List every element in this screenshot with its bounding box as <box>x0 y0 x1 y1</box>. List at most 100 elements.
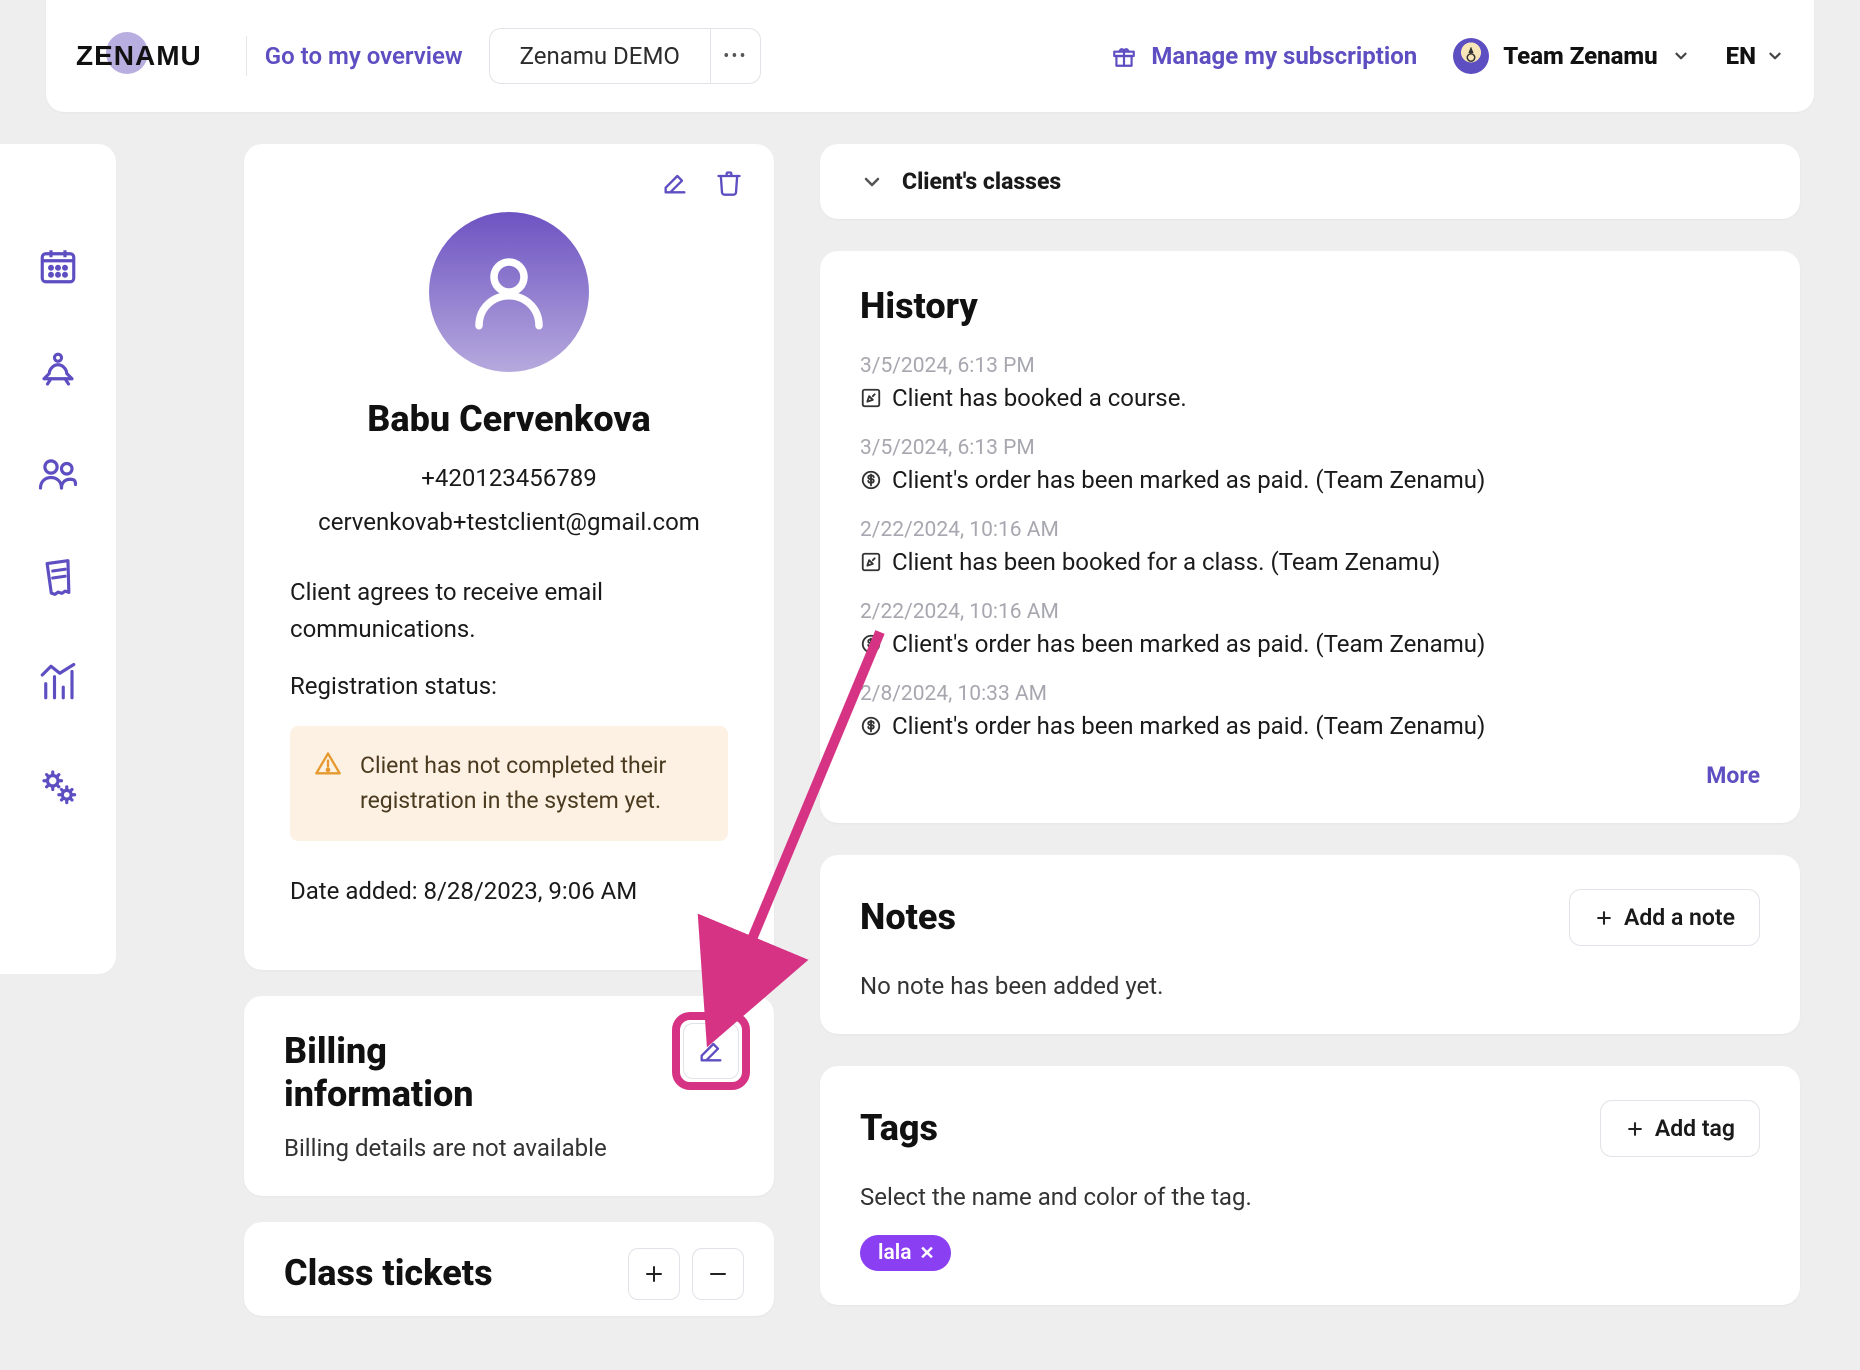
demo-label: Zenamu DEMO <box>490 29 710 83</box>
demo-chip[interactable]: Zenamu DEMO ••• <box>489 28 761 84</box>
history-text: Client has booked a course. <box>860 384 1760 412</box>
history-item: 2/8/2024, 10:33 AM Client's order has bee… <box>860 682 1760 740</box>
history-more-link[interactable]: More <box>860 762 1760 789</box>
history-text: Client's order has been marked as paid. … <box>860 712 1760 740</box>
team-dropdown[interactable]: Team Zenamu <box>1453 38 1689 74</box>
dollar-icon <box>860 633 882 655</box>
billing-empty-text: Billing details are not available <box>284 1134 734 1162</box>
history-text: Client has been booked for a class. (Tea… <box>860 548 1760 576</box>
main-content: Babu Cervenkova +420123456789 cervenkova… <box>244 144 1800 1316</box>
add-tag-button[interactable]: Add tag <box>1600 1100 1760 1157</box>
edit-square-icon <box>860 387 882 409</box>
tag-label: lala <box>878 1241 911 1265</box>
history-item: 2/22/2024, 10:16 AM Client has been booke… <box>860 518 1760 576</box>
dollar-icon <box>860 469 882 491</box>
history-time: 2/22/2024, 10:16 AM <box>860 518 1760 542</box>
notes-card: Notes Add a note No note has been added … <box>820 855 1800 1034</box>
tag-chip[interactable]: lala ✕ <box>860 1235 951 1271</box>
plus-icon <box>1625 1119 1645 1139</box>
pencil-icon <box>661 169 689 197</box>
history-time: 2/8/2024, 10:33 AM <box>860 682 1760 706</box>
language-label: EN <box>1726 42 1756 70</box>
trash-icon <box>715 169 743 197</box>
header-right: Manage my subscription Team Zenamu EN <box>1111 38 1784 74</box>
tags-title: Tags <box>860 1107 938 1150</box>
edit-square-icon <box>860 551 882 573</box>
people-icon[interactable] <box>36 452 80 496</box>
right-column: Client's classes History 3/5/2024, 6:13 … <box>820 144 1800 1305</box>
tags-card: Tags Add tag Select the name and color o… <box>820 1066 1800 1305</box>
billing-card: Billing information Billing details are … <box>244 996 774 1196</box>
profile-actions <box>660 168 744 198</box>
history-card: History 3/5/2024, 6:13 PM Client has book… <box>820 251 1800 823</box>
billing-title: Billing information <box>284 1030 564 1116</box>
class-tickets-card: Class tickets <box>244 1222 774 1315</box>
tags-hint: Select the name and color of the tag. <box>860 1183 1760 1211</box>
comm-consent-text: Client agrees to receive email communica… <box>290 574 728 648</box>
demo-more-icon[interactable]: ••• <box>710 29 760 83</box>
date-added: Date added: 8/28/2023, 9:06 AM <box>290 873 728 910</box>
top-header: ZENAMU Go to my overview Zenamu DEMO •••… <box>46 0 1814 112</box>
history-title: History <box>860 285 1760 328</box>
remove-tag-icon[interactable]: ✕ <box>919 1243 934 1264</box>
pencil-icon <box>697 1037 725 1065</box>
date-added-value: 8/28/2023, 9:06 AM <box>424 877 638 905</box>
left-column: Babu Cervenkova +420123456789 cervenkova… <box>244 144 774 1316</box>
history-time: 3/5/2024, 6:13 PM <box>860 436 1760 460</box>
history-item: 3/5/2024, 6:13 PM Client has booked a cou… <box>860 354 1760 412</box>
notes-empty-text: No note has been added yet. <box>860 972 1760 1000</box>
history-item: 3/5/2024, 6:13 PM Client's order has been… <box>860 436 1760 494</box>
history-text: Client's order has been marked as paid. … <box>860 630 1760 658</box>
warning-icon <box>314 750 342 778</box>
clients-classes-label: Client's classes <box>902 168 1061 195</box>
meditation-icon[interactable] <box>36 348 80 392</box>
minus-icon <box>706 1262 730 1286</box>
logo[interactable]: ZENAMU <box>76 40 202 72</box>
client-email: cervenkovab+testclient@gmail.com <box>284 508 734 536</box>
add-note-button[interactable]: Add a note <box>1569 889 1760 946</box>
chevron-down-icon <box>860 170 884 194</box>
history-item: 2/22/2024, 10:16 AM Client's order has be… <box>860 600 1760 658</box>
client-phone: +420123456789 <box>284 464 734 492</box>
manage-subscription-link[interactable]: Manage my subscription <box>1111 42 1417 70</box>
delete-profile-button[interactable] <box>714 168 744 198</box>
plus-icon <box>1594 908 1614 928</box>
dollar-icon <box>860 715 882 737</box>
team-avatar-icon <box>1453 38 1489 74</box>
chart-icon[interactable] <box>36 660 80 704</box>
divider <box>246 36 247 76</box>
profile-body: Client agrees to receive email communica… <box>284 574 734 910</box>
registration-warning: Client has not completed their registrat… <box>290 726 728 841</box>
edit-profile-button[interactable] <box>660 168 690 198</box>
person-icon <box>464 247 554 337</box>
clients-classes-collapse[interactable]: Client's classes <box>820 144 1800 219</box>
plus-icon <box>642 1262 666 1286</box>
gift-icon <box>1111 43 1137 69</box>
settings-icon[interactable] <box>36 764 80 808</box>
client-avatar <box>429 212 589 372</box>
remove-ticket-button[interactable] <box>692 1248 744 1300</box>
history-text: Client's order has been marked as paid. … <box>860 466 1760 494</box>
client-name: Babu Cervenkova <box>284 398 734 440</box>
tag-list: lala ✕ <box>860 1211 1760 1271</box>
profile-card: Babu Cervenkova +420123456789 cervenkova… <box>244 144 774 970</box>
add-tag-label: Add tag <box>1655 1115 1735 1142</box>
ticket-actions <box>628 1248 744 1300</box>
history-time: 2/22/2024, 10:16 AM <box>860 600 1760 624</box>
history-time: 3/5/2024, 6:13 PM <box>860 354 1760 378</box>
edit-billing-button[interactable] <box>672 1012 750 1090</box>
language-dropdown[interactable]: EN <box>1726 42 1784 70</box>
sidebar <box>0 144 116 974</box>
add-ticket-button[interactable] <box>628 1248 680 1300</box>
registration-status-label: Registration status: <box>290 668 728 705</box>
chevron-down-icon <box>1672 47 1690 65</box>
calendar-icon[interactable] <box>36 244 80 288</box>
team-label: Team Zenamu <box>1503 42 1657 70</box>
notes-title: Notes <box>860 896 956 939</box>
history-list: 3/5/2024, 6:13 PM Client has booked a cou… <box>860 354 1760 758</box>
logo-text: ZENAMU <box>76 40 202 72</box>
registration-warning-text: Client has not completed their registrat… <box>360 752 666 815</box>
overview-link[interactable]: Go to my overview <box>265 42 463 70</box>
date-added-label: Date added: <box>290 877 424 905</box>
receipt-icon[interactable] <box>36 556 80 600</box>
